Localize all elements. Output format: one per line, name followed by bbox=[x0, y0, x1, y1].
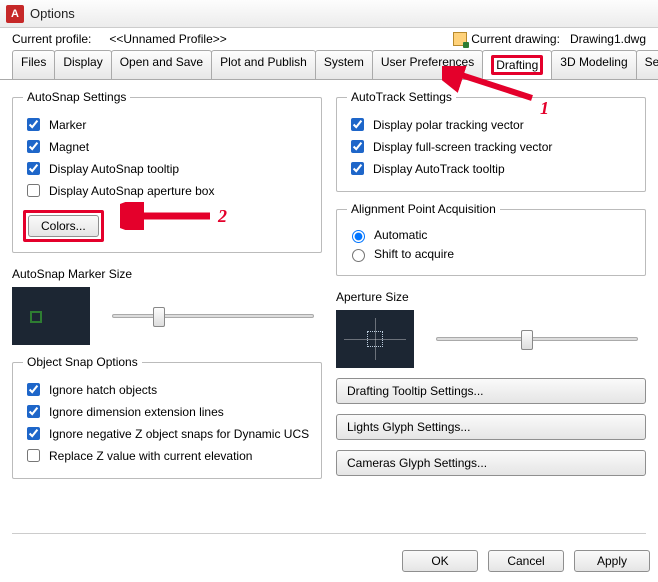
cancel-button[interactable]: Cancel bbox=[488, 550, 564, 572]
apply-button[interactable]: Apply bbox=[574, 550, 650, 572]
current-profile-value: <<Unnamed Profile>> bbox=[109, 32, 226, 46]
chk-ignore-negz[interactable]: Ignore negative Z object snaps for Dynam… bbox=[23, 424, 311, 443]
osnap-group: Object Snap Options Ignore hatch objects… bbox=[12, 355, 322, 479]
chk-autosnap-aperture[interactable]: Display AutoSnap aperture box bbox=[23, 181, 311, 200]
osnap-legend: Object Snap Options bbox=[23, 355, 142, 369]
profile-row: Current profile: <<Unnamed Profile>> Cur… bbox=[0, 28, 658, 50]
tab-plot-and-publish[interactable]: Plot and Publish bbox=[211, 50, 316, 79]
window-title: Options bbox=[30, 6, 75, 21]
aperture-preview bbox=[336, 310, 414, 368]
autosnap-legend: AutoSnap Settings bbox=[23, 90, 130, 104]
rad-automatic[interactable]: Automatic bbox=[347, 227, 635, 243]
tab-selection[interactable]: Selection bbox=[636, 50, 658, 79]
chk-polar-vector[interactable]: Display polar tracking vector bbox=[347, 115, 635, 134]
autosnap-group: AutoSnap Settings Marker Magnet Display … bbox=[12, 90, 322, 253]
marker-size-label: AutoSnap Marker Size bbox=[12, 267, 322, 281]
tab-strip: FilesDisplayOpen and SavePlot and Publis… bbox=[0, 50, 658, 80]
aperture-size-group: Aperture Size bbox=[336, 286, 646, 368]
ok-button[interactable]: OK bbox=[402, 550, 478, 572]
marker-size-group: AutoSnap Marker Size bbox=[12, 263, 322, 345]
chk-magnet[interactable]: Magnet bbox=[23, 137, 311, 156]
cameras-glyph-settings-button[interactable]: Cameras Glyph Settings... bbox=[336, 450, 646, 476]
chk-marker[interactable]: Marker bbox=[23, 115, 311, 134]
current-drawing-value: Drawing1.dwg bbox=[570, 32, 646, 46]
tab-3d-modeling[interactable]: 3D Modeling bbox=[551, 50, 636, 79]
tab-open-and-save[interactable]: Open and Save bbox=[111, 50, 212, 79]
alignment-group: Alignment Point Acquisition Automatic Sh… bbox=[336, 202, 646, 276]
autotrack-legend: AutoTrack Settings bbox=[347, 90, 456, 104]
current-drawing-label: Current drawing: bbox=[471, 32, 560, 46]
chk-autotrack-tooltip[interactable]: Display AutoTrack tooltip bbox=[347, 159, 635, 178]
tab-drafting[interactable]: Drafting bbox=[482, 50, 552, 79]
chk-ignore-dimext[interactable]: Ignore dimension extension lines bbox=[23, 402, 311, 421]
title-bar: A Options bbox=[0, 0, 658, 28]
marker-size-slider[interactable] bbox=[112, 314, 314, 318]
app-icon: A bbox=[6, 5, 24, 23]
aperture-size-label: Aperture Size bbox=[336, 290, 646, 304]
tab-user-preferences[interactable]: User Preferences bbox=[372, 50, 483, 79]
colors-highlight: Colors... bbox=[23, 210, 104, 242]
chk-autosnap-tooltip[interactable]: Display AutoSnap tooltip bbox=[23, 159, 311, 178]
tab-system[interactable]: System bbox=[315, 50, 373, 79]
lights-glyph-settings-button[interactable]: Lights Glyph Settings... bbox=[336, 414, 646, 440]
chk-ignore-hatch[interactable]: Ignore hatch objects bbox=[23, 380, 311, 399]
current-profile-label: Current profile: bbox=[12, 32, 91, 46]
aperture-size-slider[interactable] bbox=[436, 337, 638, 341]
alignment-legend: Alignment Point Acquisition bbox=[347, 202, 500, 216]
chk-replace-z[interactable]: Replace Z value with current elevation bbox=[23, 446, 311, 465]
annotation-number-1: 1 bbox=[540, 98, 549, 119]
annotation-number-2: 2 bbox=[218, 206, 227, 227]
rad-shift[interactable]: Shift to acquire bbox=[347, 246, 635, 262]
drawing-icon bbox=[453, 32, 467, 46]
dialog-footer: OK Cancel Apply bbox=[402, 550, 650, 572]
colors-button[interactable]: Colors... bbox=[28, 215, 99, 237]
tab-files[interactable]: Files bbox=[12, 50, 55, 79]
marker-preview bbox=[12, 287, 90, 345]
autotrack-group: AutoTrack Settings Display polar trackin… bbox=[336, 90, 646, 192]
drafting-tooltip-settings-button[interactable]: Drafting Tooltip Settings... bbox=[336, 378, 646, 404]
tab-display[interactable]: Display bbox=[54, 50, 111, 79]
chk-fullscreen-vector[interactable]: Display full-screen tracking vector bbox=[347, 137, 635, 156]
